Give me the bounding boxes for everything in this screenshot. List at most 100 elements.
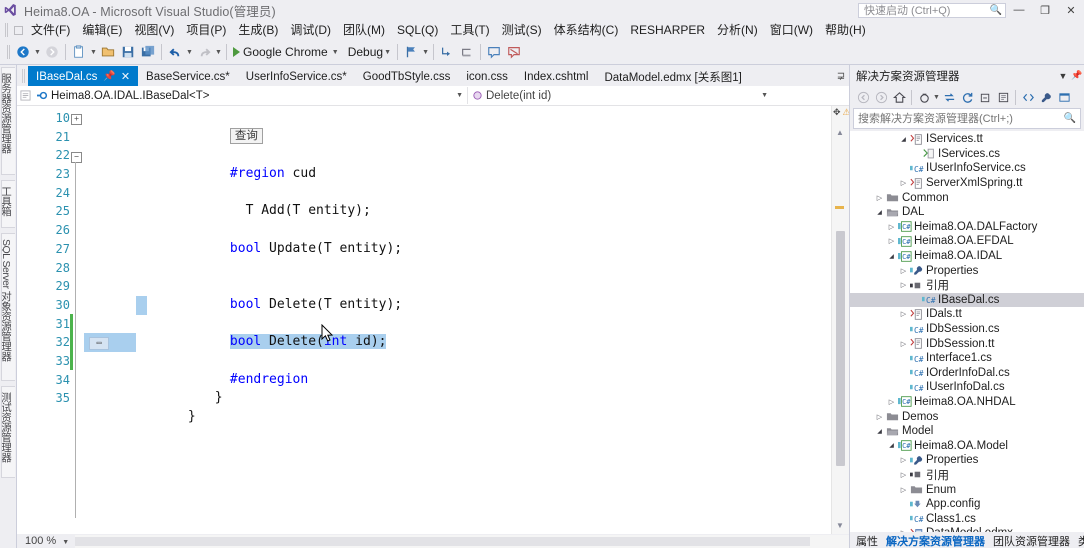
view-code-icon[interactable]	[1019, 88, 1037, 107]
tree-item[interactable]: C# IUserInfoService.cs	[850, 161, 1084, 176]
start-debug-dropdown-icon[interactable]: ▼	[331, 42, 340, 63]
sidebar-tab-server-explorer[interactable]: 服务器资源管理器	[1, 67, 15, 175]
tabstrip-drag-handle-icon[interactable]	[18, 65, 28, 86]
code-editor[interactable]: 10 21 22 23 24 25 26 27 28 29 30 31 32 3…	[17, 106, 849, 534]
tab-overflow-icon[interactable]: ⋥	[833, 67, 849, 86]
menu-item-help[interactable]: 帮助(H)	[819, 19, 872, 41]
code-text-area[interactable]: 查询 #region cud T Add(T entity); bool Upd…	[84, 106, 831, 534]
quick-launch-box[interactable]: 快速启动 (Ctrl+Q) 🔍	[858, 2, 1006, 18]
solution-configuration-combo[interactable]: Debug ▼	[343, 43, 394, 62]
tree-item[interactable]: ◢ C# Heima8.OA.Model	[850, 438, 1084, 453]
code-line[interactable]: bool Update(T entity);	[84, 221, 831, 256]
tab-icon-css[interactable]: icon.css	[458, 66, 516, 86]
tree-item[interactable]: ◢ C# Heima8.OA.IDAL	[850, 249, 1084, 264]
show-all-files-icon[interactable]	[994, 88, 1012, 107]
tree-item[interactable]: ▷ IDbSession.tt	[850, 336, 1084, 351]
menu-item-view[interactable]: 视图(V)	[128, 19, 180, 41]
tree-item[interactable]: ◢ Model	[850, 424, 1084, 439]
undo-icon[interactable]	[165, 42, 185, 63]
tree-item[interactable]: ▷ C# Heima8.OA.EFDAL	[850, 234, 1084, 249]
code-line[interactable]: #endregion	[84, 352, 831, 387]
chevron-down-icon[interactable]: ◢	[898, 136, 909, 143]
tree-item[interactable]: C# IUserInfoDal.cs	[850, 380, 1084, 395]
panel-menu-icon[interactable]: ▼	[1056, 67, 1070, 85]
scrollbar-thumb[interactable]	[75, 536, 811, 546]
chevron-down-icon[interactable]: ◢	[886, 253, 897, 260]
filter-dropdown-icon[interactable]: ▼	[933, 87, 940, 108]
tree-item[interactable]: C# IOrderInfoDal.cs	[850, 366, 1084, 381]
chevron-down-icon[interactable]: ◢	[874, 428, 885, 435]
outline-collapse-icon[interactable]: −	[71, 152, 82, 163]
scroll-up-icon[interactable]: ▲	[836, 128, 844, 137]
chevron-right-icon[interactable]: ▷	[898, 456, 909, 464]
search-icon[interactable]: 🔍	[1064, 113, 1076, 124]
back-icon[interactable]	[854, 88, 872, 107]
chevron-right-icon[interactable]: ▷	[898, 340, 909, 348]
tab-index-cshtml[interactable]: Index.cshtml	[515, 66, 597, 86]
code-line[interactable]: 查询	[84, 109, 831, 144]
code-line[interactable]: T Add(T entity);	[84, 184, 831, 218]
tree-item[interactable]: ▷ Properties	[850, 453, 1084, 468]
sync-with-active-document-icon[interactable]	[940, 88, 958, 107]
menu-item-edit[interactable]: 编辑(E)	[76, 19, 128, 41]
chevron-right-icon[interactable]: ▷	[874, 413, 885, 421]
scroll-down-icon[interactable]: ▼	[836, 521, 844, 530]
solution-explorer-search[interactable]: 🔍	[853, 108, 1081, 129]
menu-item-test[interactable]: 测试(S)	[496, 19, 548, 41]
chevron-down-icon[interactable]: ◢	[886, 442, 897, 449]
redo-icon[interactable]	[194, 42, 214, 63]
tree-item[interactable]: ▷ Properties	[850, 263, 1084, 278]
attach-to-process-icon[interactable]	[401, 42, 421, 63]
smart-tag-indicator[interactable]: ▭	[89, 337, 109, 350]
zoom-level-combo[interactable]: 100 % ▼	[17, 535, 75, 547]
open-file-icon[interactable]	[98, 42, 118, 63]
tab-baseservice-cs[interactable]: BaseService.cs*	[138, 66, 238, 86]
tree-item[interactable]: ▷ 引用	[850, 278, 1084, 293]
chevron-down-icon[interactable]: ▼	[62, 539, 69, 546]
navigate-backward-icon[interactable]	[13, 42, 33, 63]
chevron-down-icon[interactable]: ▼	[761, 92, 768, 99]
toolbar-drag-handle-icon[interactable]	[4, 44, 13, 60]
menu-item-team[interactable]: 团队(M)	[337, 19, 391, 41]
chevron-right-icon[interactable]: ▷	[898, 486, 909, 494]
menu-item-build[interactable]: 生成(B)	[232, 19, 284, 41]
chevron-down-icon[interactable]: ▼	[456, 92, 463, 99]
tab-solution-explorer[interactable]: 解决方案资源管理器	[882, 532, 989, 548]
step-into-icon[interactable]	[437, 42, 457, 63]
scrollbar-thumb[interactable]	[836, 231, 845, 466]
code-line[interactable]: }	[84, 389, 831, 424]
outline-expand-icon[interactable]: +	[71, 114, 82, 125]
uncomment-icon[interactable]	[504, 42, 524, 63]
outlining-margin[interactable]: + −	[70, 106, 84, 534]
sidebar-tab-test-explorer[interactable]: 测试资源管理器	[1, 386, 15, 478]
tree-item[interactable]: C# Interface1.cs	[850, 351, 1084, 366]
menu-item-file[interactable]: 文件(F)	[25, 19, 76, 41]
properties-icon[interactable]	[1037, 88, 1055, 107]
undo-dropdown-icon[interactable]: ▼	[185, 42, 194, 63]
code-line[interactable]	[84, 259, 831, 278]
code-line[interactable]: bool Delete(int id);	[84, 315, 831, 350]
tree-item[interactable]: ▷ 引用	[850, 468, 1084, 483]
new-project-icon[interactable]	[69, 42, 89, 63]
menu-drag-handle-icon[interactable]	[2, 22, 11, 38]
solution-configuration-dropdown-icon[interactable]: ▼	[383, 42, 392, 63]
editor-horizontal-scrollbar[interactable]	[75, 534, 849, 548]
tree-item[interactable]: C# Class1.cs	[850, 511, 1084, 526]
pin-icon[interactable]: 📌	[103, 71, 115, 82]
sidebar-tab-toolbox[interactable]: 工具箱	[1, 180, 15, 228]
comment-icon[interactable]	[484, 42, 504, 63]
close-icon[interactable]: ✕	[121, 70, 130, 83]
code-line[interactable]: #region cud	[84, 146, 831, 181]
code-line[interactable]: }	[84, 371, 831, 405]
chevron-down-icon[interactable]: ◢	[874, 209, 885, 216]
menu-item-architecture[interactable]: 体系结构(C)	[548, 19, 625, 41]
preview-selected-items-icon[interactable]	[1055, 88, 1073, 107]
menu-item-resharper[interactable]: RESHARPER	[624, 21, 711, 40]
restore-button[interactable]: ❐	[1032, 0, 1058, 20]
chevron-right-icon[interactable]: ▷	[898, 281, 909, 289]
chevron-right-icon[interactable]: ▷	[874, 194, 885, 202]
menu-item-debug[interactable]: 调试(D)	[284, 19, 337, 41]
minimize-button[interactable]: —	[1006, 0, 1032, 20]
tree-item[interactable]: ▷ C# Heima8.OA.DALFactory	[850, 220, 1084, 235]
chevron-right-icon[interactable]: ▷	[898, 310, 909, 318]
